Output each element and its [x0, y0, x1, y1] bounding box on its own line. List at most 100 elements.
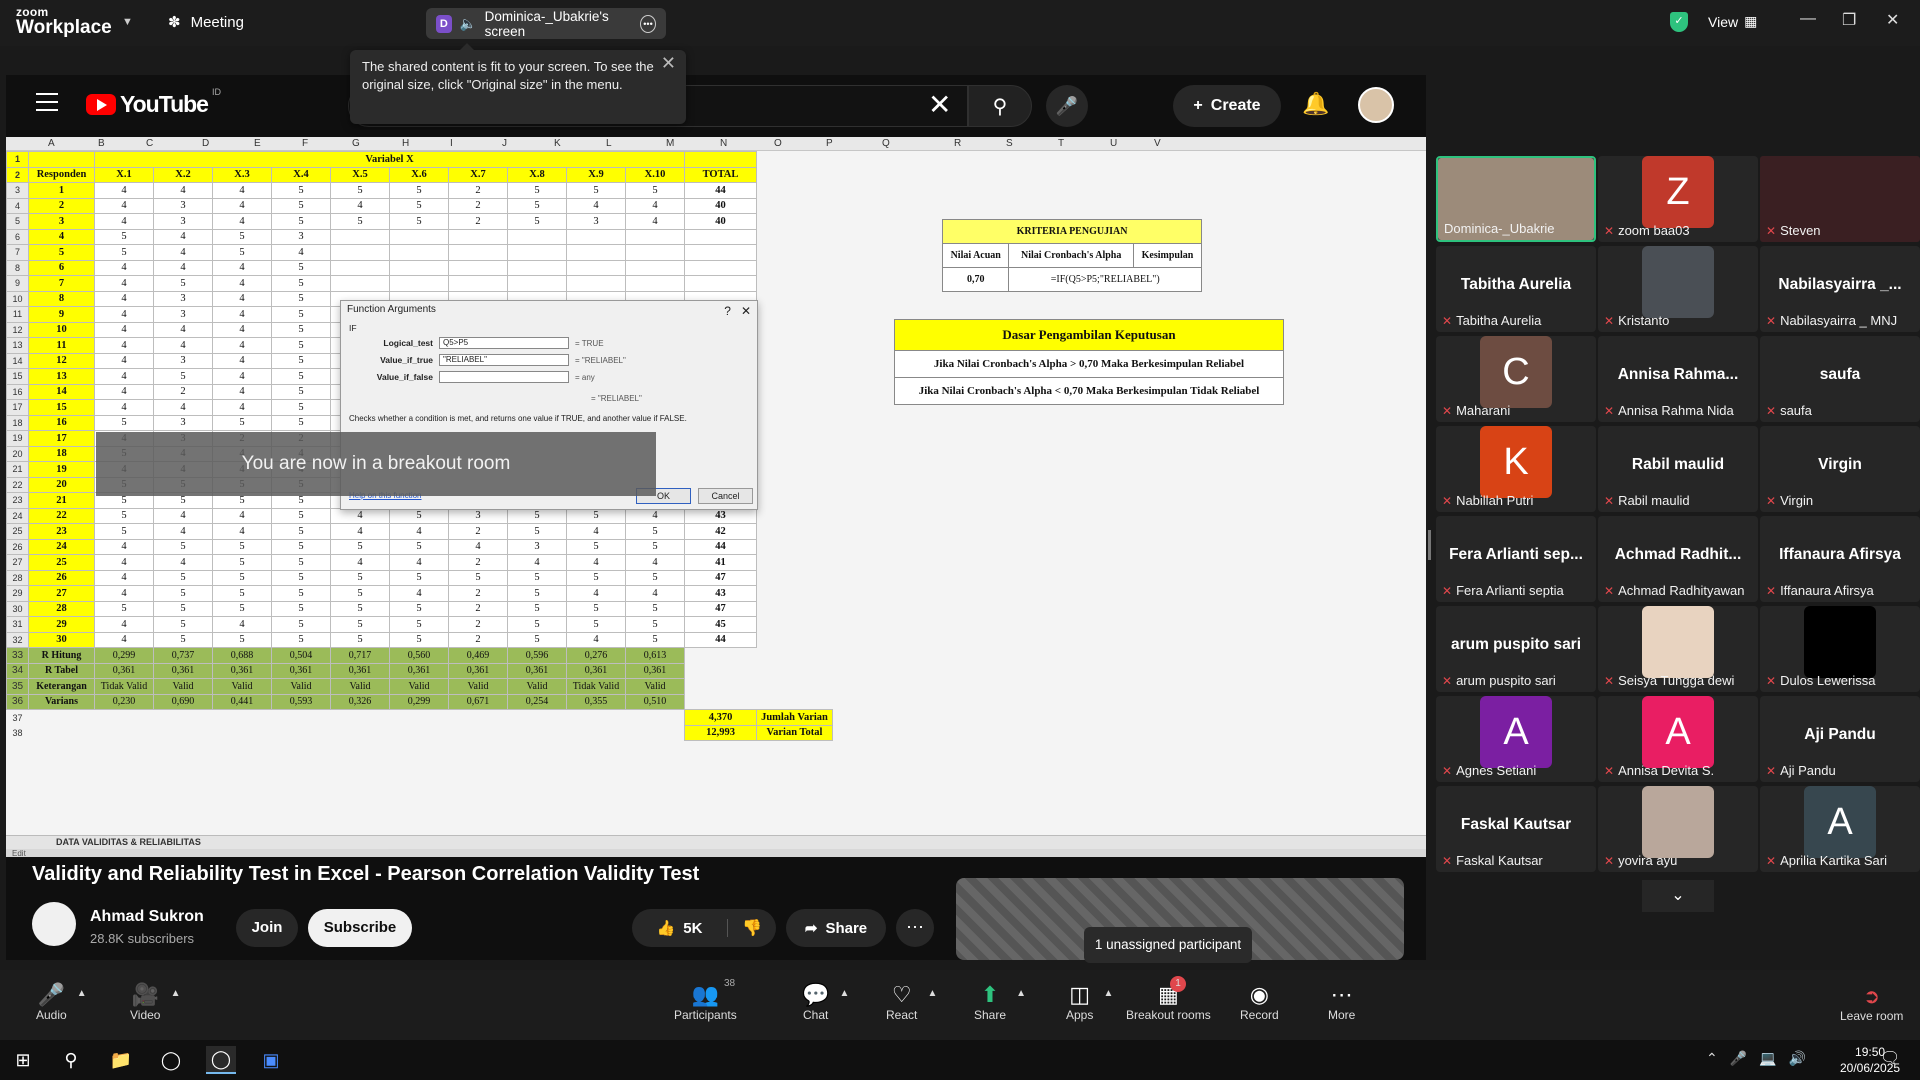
- chevron-up-icon[interactable]: ▲: [840, 988, 850, 999]
- table-cell[interactable]: X.5: [330, 166, 390, 183]
- table-cell[interactable]: Keterangan: [28, 678, 95, 695]
- participant-tile[interactable]: Virgin ✕ Virgin: [1760, 426, 1920, 512]
- table-cell[interactable]: 0,276: [566, 647, 626, 664]
- table-cell[interactable]: 35: [6, 678, 29, 695]
- table-cell[interactable]: 5: [625, 569, 685, 586]
- chevron-up-icon[interactable]: ▲: [171, 988, 181, 999]
- mic-tray-icon[interactable]: 🎤: [1730, 1050, 1747, 1067]
- table-cell[interactable]: 0,613: [625, 647, 685, 664]
- participant-tile[interactable]: A ✕ Annisa Devita S.: [1598, 696, 1758, 782]
- table-cell[interactable]: 4: [389, 554, 449, 571]
- table-cell[interactable]: X.1: [94, 166, 154, 183]
- table-cell[interactable]: [448, 228, 508, 245]
- table-cell[interactable]: 5: [271, 569, 331, 586]
- participant-tile[interactable]: Tabitha Aurelia ✕ Tabitha Aurelia: [1436, 246, 1596, 332]
- table-cell[interactable]: 5: [212, 585, 272, 602]
- network-icon[interactable]: 💻: [1759, 1050, 1776, 1067]
- table-cell[interactable]: 4: [507, 554, 567, 571]
- table-cell[interactable]: 5: [389, 182, 449, 199]
- table-cell[interactable]: 32: [6, 631, 29, 648]
- table-cell[interactable]: 4: [153, 523, 213, 540]
- table-cell[interactable]: 4: [389, 523, 449, 540]
- table-cell[interactable]: 4: [330, 554, 390, 571]
- table-cell[interactable]: 0,469: [448, 647, 508, 664]
- table-cell[interactable]: 6: [6, 228, 29, 245]
- table-cell[interactable]: X.2: [153, 166, 213, 183]
- table-cell[interactable]: 26: [28, 569, 95, 586]
- table-cell[interactable]: 5: [330, 585, 390, 602]
- volume-icon[interactable]: 🔊: [1789, 1050, 1806, 1067]
- table-cell[interactable]: 4: [566, 585, 626, 602]
- table-cell[interactable]: [390, 725, 449, 741]
- table-cell[interactable]: 5: [330, 631, 390, 648]
- table-cell[interactable]: [330, 228, 390, 245]
- table-cell[interactable]: 15: [6, 368, 29, 385]
- table-cell[interactable]: 4: [212, 399, 272, 416]
- chevron-up-icon[interactable]: ▲: [927, 988, 937, 999]
- chat-button[interactable]: 💬 Chat ▲: [802, 982, 849, 1022]
- table-cell[interactable]: 4: [566, 631, 626, 648]
- table-cell[interactable]: 2: [448, 197, 508, 214]
- table-cell[interactable]: Valid: [153, 678, 213, 695]
- table-cell[interactable]: 19: [28, 461, 95, 478]
- table-cell[interactable]: X.10: [625, 166, 685, 183]
- participant-tile[interactable]: arum puspito sari ✕ arum puspito sari: [1436, 606, 1596, 692]
- table-cell[interactable]: 5: [507, 213, 567, 230]
- table-cell[interactable]: 5: [330, 600, 390, 617]
- zoom-app-icon[interactable]: ▣: [256, 1046, 286, 1074]
- table-cell[interactable]: 47: [684, 600, 757, 617]
- youtube-logo[interactable]: YouTube ID: [86, 87, 221, 118]
- table-cell[interactable]: 5: [271, 616, 331, 633]
- table-cell[interactable]: 4: [94, 306, 154, 323]
- table-cell[interactable]: 26: [6, 538, 29, 555]
- clear-search-icon[interactable]: ✕: [928, 88, 951, 121]
- table-cell[interactable]: 17: [6, 399, 29, 416]
- table-cell[interactable]: Valid: [212, 678, 272, 695]
- table-cell[interactable]: 4: [94, 585, 154, 602]
- table-cell[interactable]: 5: [507, 507, 567, 524]
- table-cell[interactable]: [389, 244, 449, 261]
- participant-tile[interactable]: Rabil maulid ✕ Rabil maulid: [1598, 426, 1758, 512]
- table-cell[interactable]: 44: [684, 182, 757, 199]
- table-cell[interactable]: [566, 244, 626, 261]
- table-cell[interactable]: 12: [28, 352, 95, 369]
- table-cell[interactable]: 5: [566, 616, 626, 633]
- table-cell[interactable]: 4: [94, 616, 154, 633]
- table-cell[interactable]: [390, 710, 449, 726]
- table-cell[interactable]: 5: [153, 585, 213, 602]
- table-cell[interactable]: 4: [153, 337, 213, 354]
- audio-button[interactable]: 🎤 Audio ▲: [36, 982, 87, 1022]
- table-cell[interactable]: 16: [28, 414, 95, 431]
- table-cell[interactable]: Varians: [28, 693, 95, 710]
- table-cell[interactable]: 4: [153, 182, 213, 199]
- table-cell[interactable]: 4: [153, 554, 213, 571]
- table-cell[interactable]: 5: [271, 368, 331, 385]
- table-cell[interactable]: 0,299: [389, 693, 449, 710]
- participant-tile[interactable]: Z ✕ zoom baa03: [1598, 156, 1758, 242]
- table-cell[interactable]: 5: [625, 523, 685, 540]
- table-cell[interactable]: 5: [389, 507, 449, 524]
- participant-tile[interactable]: ✕ Steven: [1760, 156, 1920, 242]
- table-cell[interactable]: 42: [684, 523, 757, 540]
- table-cell[interactable]: 5: [212, 569, 272, 586]
- table-cell[interactable]: 15: [28, 399, 95, 416]
- table-cell[interactable]: 2: [448, 616, 508, 633]
- cancel-button[interactable]: Cancel: [698, 488, 753, 504]
- table-cell[interactable]: 2: [448, 554, 508, 571]
- table-cell[interactable]: 37: [7, 710, 29, 726]
- table-cell[interactable]: 36: [6, 693, 29, 710]
- table-cell[interactable]: 5: [389, 631, 449, 648]
- table-cell[interactable]: 5: [153, 368, 213, 385]
- table-cell[interactable]: 5: [212, 554, 272, 571]
- table-cell[interactable]: 25: [6, 523, 29, 540]
- voice-search-button[interactable]: 🎤: [1046, 85, 1088, 127]
- table-cell[interactable]: 3: [153, 213, 213, 230]
- table-cell[interactable]: [213, 725, 272, 741]
- table-cell[interactable]: [567, 710, 626, 726]
- search-icon[interactable]: ⚲: [56, 1046, 86, 1074]
- table-cell[interactable]: 5: [389, 616, 449, 633]
- chevron-up-icon[interactable]: ▲: [77, 988, 87, 999]
- participant-tile[interactable]: C ✕ Maharani: [1436, 336, 1596, 422]
- table-cell[interactable]: 5: [94, 414, 154, 431]
- table-cell[interactable]: 4: [94, 290, 154, 307]
